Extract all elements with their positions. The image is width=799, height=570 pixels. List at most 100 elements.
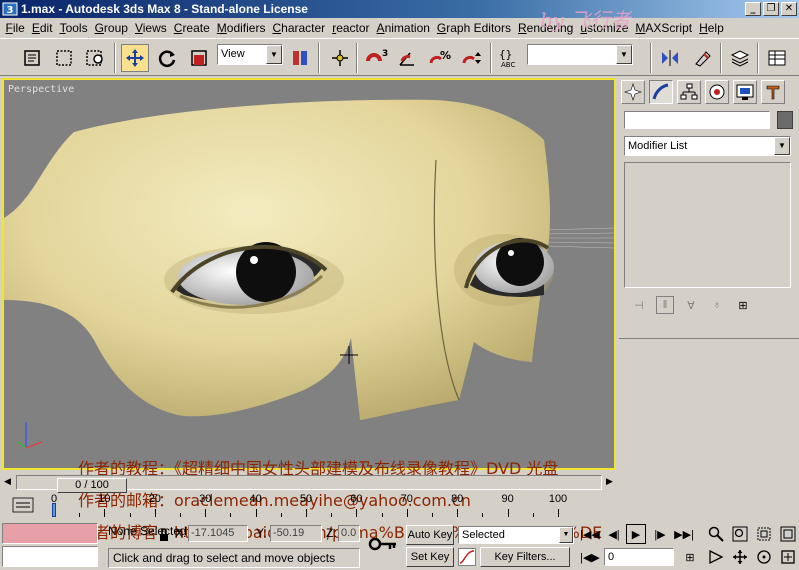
show-end-result-icon[interactable]: ‖ [656, 296, 674, 314]
window-title: 1.max - Autodesk 3ds Max 8 - Stand-alone… [21, 2, 308, 16]
lock-icon[interactable] [158, 528, 170, 542]
key-filters-button[interactable]: Key Filters... [480, 547, 570, 567]
object-color-swatch[interactable] [777, 111, 793, 129]
stack-buttons: ⊣ ‖ ∀ ♁ ⊞ [624, 294, 791, 316]
track-bar[interactable]: 0 10 20 30 40 50 60 70 80 90 100 [2, 493, 616, 517]
display-tab-icon[interactable] [733, 80, 757, 104]
menu-accelerator: G [94, 21, 104, 35]
key-icon[interactable] [368, 534, 398, 554]
schematic-icon[interactable] [763, 44, 791, 72]
time-slider-track[interactable]: 0 / 100 [16, 475, 602, 493]
maxscript-input[interactable] [2, 546, 98, 567]
menu-graph-editors[interactable]: Graph Editors [433, 21, 514, 35]
restore-button[interactable]: ❐ [763, 2, 779, 16]
motion-tab-icon[interactable] [705, 80, 729, 104]
menu-animation[interactable]: Animation [373, 21, 433, 35]
menu-help[interactable]: Help [696, 21, 728, 35]
z-coordinate-field[interactable]: 0.0 [338, 525, 360, 542]
perspective-viewport[interactable]: Perspective [2, 78, 616, 470]
field-of-view-icon[interactable] [706, 547, 726, 567]
snap-icon[interactable]: 3 [362, 44, 390, 72]
auto-key-button[interactable]: Auto Key [406, 525, 454, 545]
play-icon[interactable]: ▶ [626, 524, 646, 544]
menu-character[interactable]: Character [269, 21, 329, 35]
menu-file[interactable]: File [2, 21, 28, 35]
previous-frame-icon[interactable]: ◀| [604, 524, 624, 544]
current-frame-field[interactable]: 0 [604, 548, 674, 566]
zoom-all-icon[interactable] [730, 524, 750, 544]
arc-rotate-icon[interactable] [754, 547, 774, 567]
menu-modifiers[interactable]: Modifiers [213, 21, 269, 35]
pivot-icon[interactable] [286, 44, 314, 72]
manipulate-icon[interactable] [326, 44, 354, 72]
spinner-snap-icon[interactable] [458, 44, 486, 72]
chevron-down-icon[interactable]: ▼ [616, 45, 632, 64]
chevron-left-icon[interactable]: ◀ [4, 476, 11, 487]
close-button[interactable]: ✕ [781, 2, 797, 16]
set-key-button[interactable]: Set Key [406, 547, 454, 567]
angle-snap-icon[interactable] [394, 44, 422, 72]
go-to-start-icon[interactable]: |◀◀ [580, 524, 600, 544]
ruler-tick [406, 509, 408, 517]
zoom-extents-all-icon[interactable] [778, 524, 798, 544]
zoom-icon[interactable] [706, 524, 726, 544]
align-icon[interactable] [688, 44, 716, 72]
menu-views[interactable]: Views [131, 21, 170, 35]
select-by-name-icon[interactable] [82, 44, 110, 72]
svg-text:{}: {} [499, 48, 512, 61]
pan-icon[interactable] [730, 547, 750, 567]
menu-tools[interactable]: Tools [56, 21, 91, 35]
percent-snap-icon[interactable]: % [426, 44, 454, 72]
time-slider-thumb[interactable]: 0 / 100 [57, 478, 127, 493]
x-coordinate-field[interactable]: -17.1045 [188, 525, 248, 542]
rotate-icon[interactable] [153, 44, 181, 72]
modify-tab-icon[interactable] [649, 80, 673, 104]
ruler-tick-label: 60 [350, 493, 363, 505]
menu-create[interactable]: Create [170, 21, 213, 35]
edit-named-sel-icon[interactable]: {} ABC [496, 44, 524, 72]
named-selection-set-select[interactable]: ▼ [527, 44, 633, 65]
time-slider[interactable]: ◀ 0 / 100 ▶ [2, 472, 616, 493]
y-coordinate-field[interactable]: -50.19 [270, 525, 322, 542]
ruler-tick-label: 20 [148, 493, 161, 505]
modifier-list-select[interactable]: Modifier List ▼ [624, 136, 791, 156]
layers-icon[interactable] [726, 44, 754, 72]
key-mode-toggle-icon[interactable]: |◀▶ [580, 547, 600, 567]
maxscript-listener[interactable] [2, 523, 98, 544]
curve-editor-icon[interactable] [12, 496, 34, 514]
region-select-icon[interactable] [50, 44, 78, 72]
zoom-extents-icon[interactable] [754, 524, 774, 544]
hierarchy-tab-icon[interactable] [677, 80, 701, 104]
configure-sets-icon[interactable]: ⊞ [734, 296, 752, 314]
select-object-icon[interactable] [18, 44, 46, 72]
move-icon[interactable] [121, 44, 149, 72]
ruler-tick-label: 30 [199, 493, 212, 505]
scale-icon[interactable] [185, 44, 213, 72]
mirror-icon[interactable] [656, 44, 684, 72]
menu-reactor[interactable]: reactor [329, 21, 373, 35]
maximize-viewport-icon[interactable] [778, 547, 798, 567]
menu-maxscript[interactable]: MAXScript [632, 21, 696, 35]
create-tab-icon[interactable] [621, 80, 645, 104]
chevron-right-icon[interactable]: ▶ [606, 476, 613, 487]
go-to-end-icon[interactable]: ▶▶| [674, 524, 694, 544]
svg-text:3: 3 [7, 5, 14, 16]
chevron-down-icon[interactable]: ▼ [774, 137, 790, 155]
object-name-field[interactable] [624, 111, 770, 129]
pin-stack-icon[interactable]: ⊣ [630, 296, 648, 314]
chevron-down-icon[interactable]: ▼ [266, 45, 282, 64]
time-config-icon[interactable]: ⊞ [680, 547, 700, 567]
menu-group[interactable]: Group [91, 21, 131, 35]
chevron-down-icon[interactable]: ▼ [559, 527, 573, 543]
minimize-button[interactable]: _ [745, 2, 761, 16]
modifier-stack[interactable] [624, 162, 791, 288]
key-mode-select[interactable]: Selected ▼ [458, 526, 574, 544]
default-tangent-icon[interactable] [458, 548, 476, 566]
utilities-tab-icon[interactable] [761, 80, 785, 104]
make-unique-icon[interactable]: ∀ [682, 296, 700, 314]
menu-edit[interactable]: Edit [28, 21, 56, 35]
remove-modifier-icon[interactable]: ♁ [708, 296, 726, 314]
reference-coord-select[interactable]: View ▼ [217, 44, 283, 65]
next-frame-icon[interactable]: |▶ [650, 524, 670, 544]
frame-ruler[interactable]: 0 10 20 30 40 50 60 70 80 90 100 [50, 493, 614, 517]
